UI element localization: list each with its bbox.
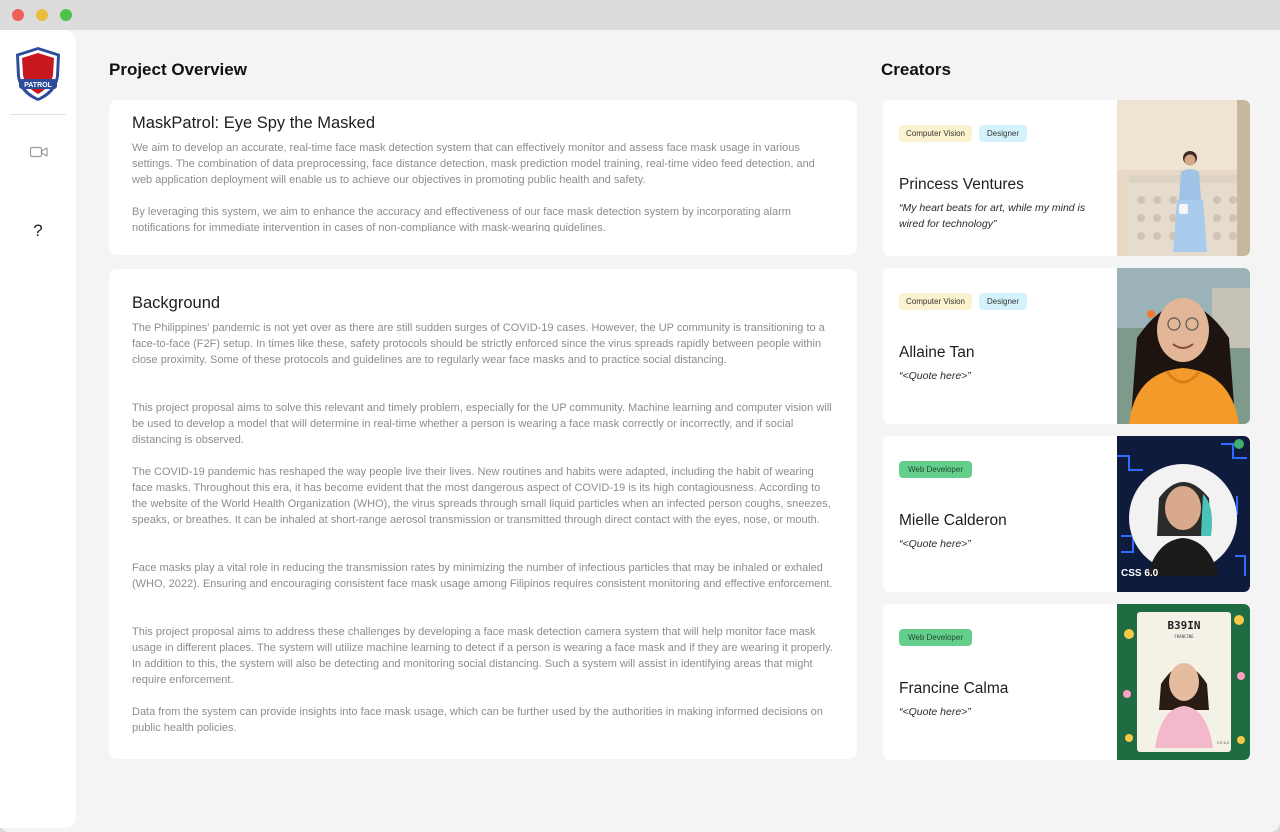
background-card: Background The Philippines' pandemic is … (109, 269, 857, 759)
photo-footer: CS 6.0 (1217, 740, 1230, 745)
sidebar-divider (10, 114, 66, 115)
overview-paragraph-2: By leveraging this system, we aim to enh… (132, 206, 791, 232)
tag-web-developer: Web Developer (899, 461, 972, 478)
maskpatrol-logo[interactable]: PATROL (13, 46, 63, 102)
logo-text: PATROL (24, 82, 52, 89)
creator-photo: B39IN FRANCINE CS 6.0 (1117, 604, 1250, 760)
background-paragraph-1: The Philippines' pandemic is not yet ove… (132, 322, 825, 366)
creator-name: Allaine Tan (899, 344, 975, 361)
creator-card: Web Developer Francine Calma “<Quote her… (883, 604, 1250, 760)
tag-web-developer: Web Developer (899, 629, 972, 646)
video-camera-icon[interactable] (29, 144, 49, 160)
close-window-button[interactable] (12, 9, 24, 21)
overview-card: MaskPatrol: Eye Spy the Masked We aim to… (109, 100, 857, 255)
creator-card: Web Developer Mielle Calderon “<Quote he… (883, 436, 1250, 592)
window-titlebar (0, 0, 1280, 30)
tag-designer: Designer (979, 293, 1027, 310)
sidebar: PATROL ? (0, 30, 76, 828)
minimize-window-button[interactable] (36, 9, 48, 21)
maximize-window-button[interactable] (60, 9, 72, 21)
creator-quote: “<Quote here>” (899, 706, 971, 718)
creator-photo (1117, 100, 1250, 256)
tag-computer-vision: Computer Vision (899, 293, 972, 310)
overview-paragraph-1: We aim to develop an accurate, real-time… (132, 142, 815, 186)
background-paragraph-4: Face masks play a vital role in reducing… (132, 562, 833, 590)
creator-name: Princess Ventures (899, 176, 1024, 193)
background-paragraph-2: This project proposal aims to solve this… (132, 402, 832, 446)
tag-computer-vision: Computer Vision (899, 125, 972, 142)
creator-name: Francine Calma (899, 680, 1009, 697)
creators-heading: Creators (881, 60, 951, 79)
creator-card: Computer Vision Designer Princess Ventur… (883, 100, 1250, 256)
help-icon[interactable]: ? (28, 220, 48, 242)
background-paragraph-5: This project proposal aims to address th… (132, 626, 833, 686)
creator-photo: CSS 6.0 (1117, 436, 1250, 592)
project-overview-heading: Project Overview (109, 60, 247, 79)
creator-quote: “<Quote here>” (899, 538, 971, 550)
creator-photo (1117, 268, 1250, 424)
tag-designer: Designer (979, 125, 1027, 142)
photo-subtitle: FRANCINE (1174, 634, 1194, 639)
background-paragraph-3: The COVID-19 pandemic has reshaped the w… (132, 466, 831, 526)
creator-quote: “My heart beats for art, while my mind i… (899, 202, 1086, 230)
photo-title: B39IN (1167, 619, 1200, 632)
creator-name: Mielle Calderon (899, 512, 1007, 529)
photo-caption: CSS 6.0 (1121, 568, 1159, 579)
creator-quote: “<Quote here>” (899, 370, 971, 382)
creator-card: Computer Vision Designer Allaine Tan “<Q… (883, 268, 1250, 424)
background-paragraph-6: Data from the system can provide insight… (132, 706, 823, 734)
app-window: PATROL ? Project Overview MaskPatrol: Ey… (0, 30, 1280, 832)
background-title: Background (132, 294, 221, 312)
